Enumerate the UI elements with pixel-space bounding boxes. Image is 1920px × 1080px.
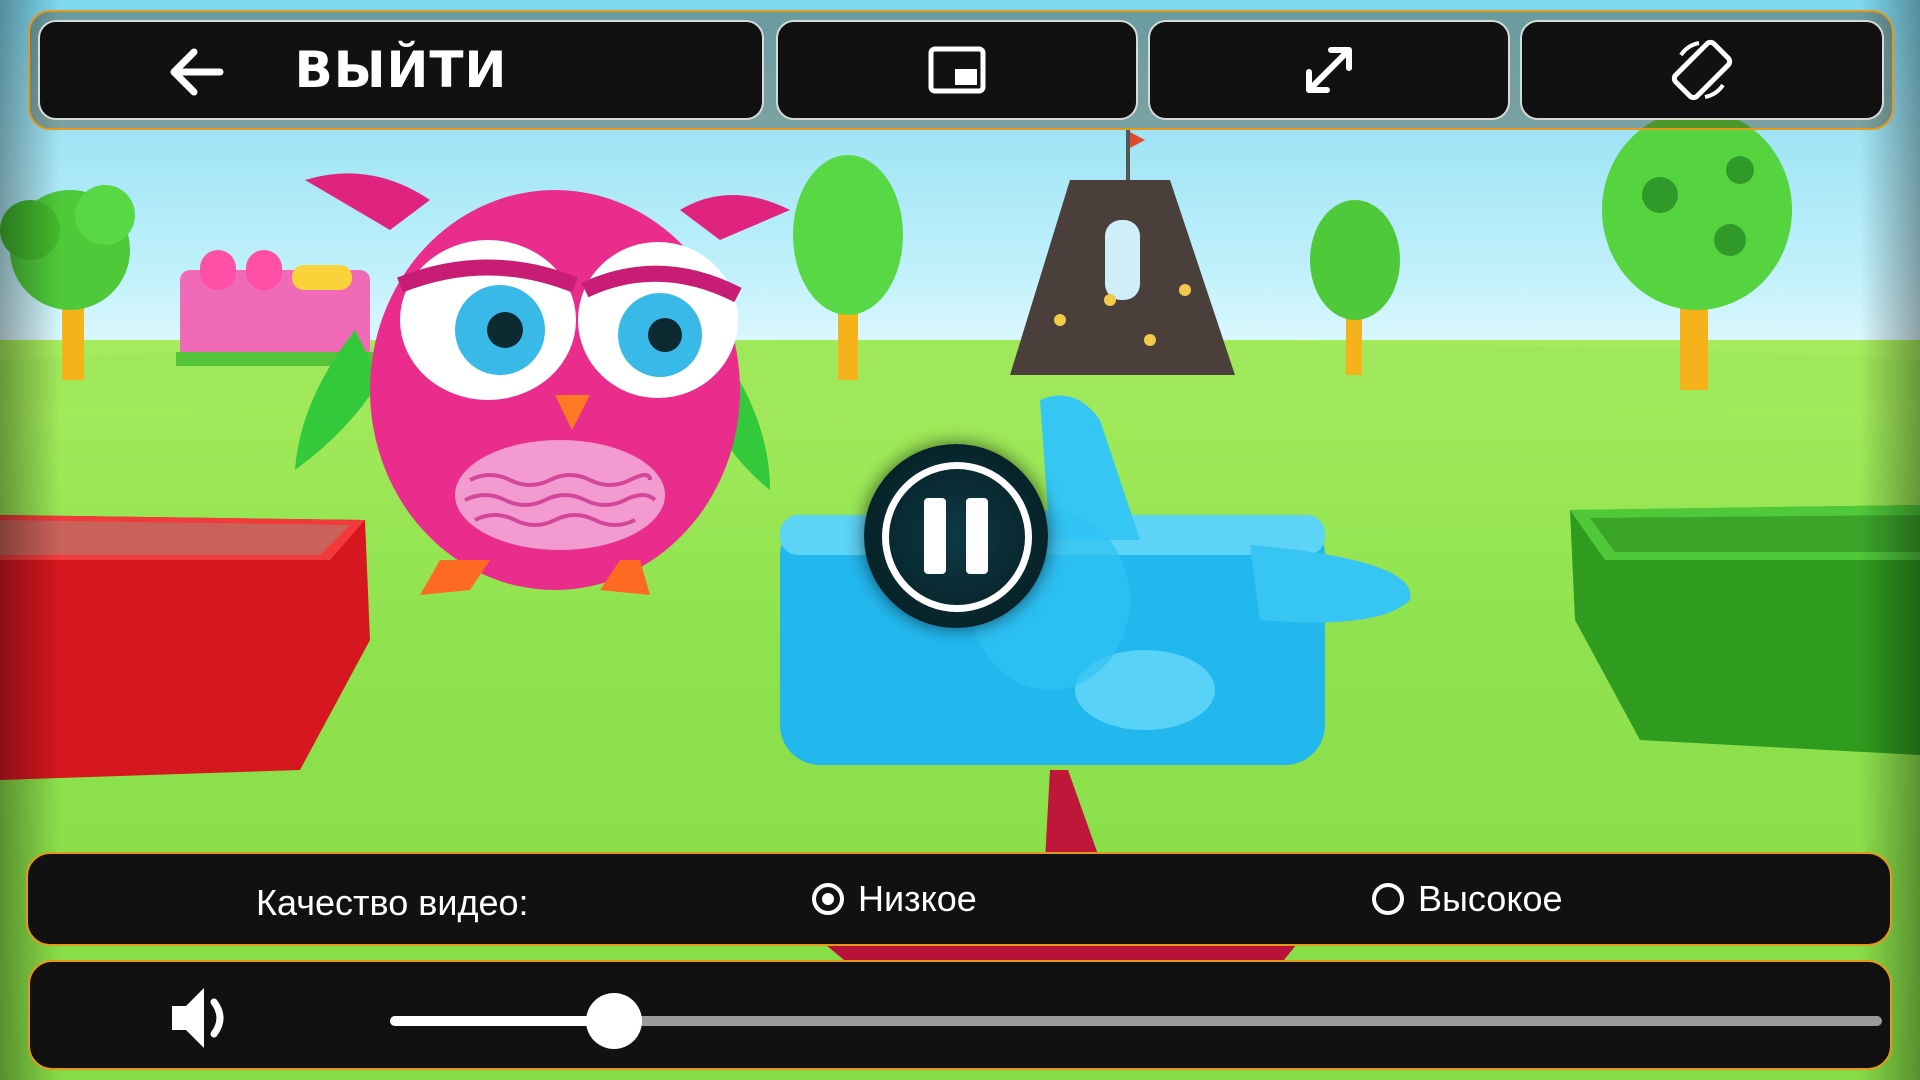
- picture-in-picture-icon: [928, 46, 986, 94]
- volume-slider-fill: [390, 1016, 614, 1026]
- video-quality-panel: Качество видео: Низкое Высокое: [26, 852, 1892, 946]
- volume-panel: [28, 960, 1892, 1070]
- pause-bar-right: [966, 498, 988, 574]
- quality-option-high[interactable]: Высокое: [1372, 874, 1563, 924]
- rotate-screen-button[interactable]: [1520, 20, 1884, 120]
- radio-unchecked-icon[interactable]: [1372, 883, 1404, 915]
- top-toolbar: ВЫЙТИ: [28, 10, 1894, 130]
- quality-option-low-label: Низкое: [858, 878, 977, 919]
- expand-diagonal-icon: [1306, 47, 1352, 93]
- quality-option-low[interactable]: Низкое: [812, 874, 977, 924]
- pause-bar-left: [924, 498, 946, 574]
- screen-rotation-icon: [1671, 39, 1733, 101]
- pause-button[interactable]: [864, 444, 1048, 628]
- tree-big-right: [1602, 110, 1792, 390]
- owl-character: [295, 173, 790, 595]
- quality-option-high-label: Высокое: [1418, 878, 1563, 919]
- volume-slider-thumb[interactable]: [586, 993, 642, 1049]
- radio-checked-icon[interactable]: [812, 883, 844, 915]
- exit-label: ВЫЙТИ: [294, 41, 508, 99]
- rock-tower: [1010, 130, 1235, 375]
- picture-in-picture-button[interactable]: [776, 20, 1138, 120]
- speaker-icon[interactable]: [166, 980, 242, 1056]
- exit-button[interactable]: ВЫЙТИ: [38, 20, 764, 120]
- pause-icon: [882, 462, 1032, 612]
- fullscreen-button[interactable]: [1148, 20, 1510, 120]
- volume-slider[interactable]: [390, 993, 1882, 1049]
- quality-label: Качество видео:: [256, 882, 529, 923]
